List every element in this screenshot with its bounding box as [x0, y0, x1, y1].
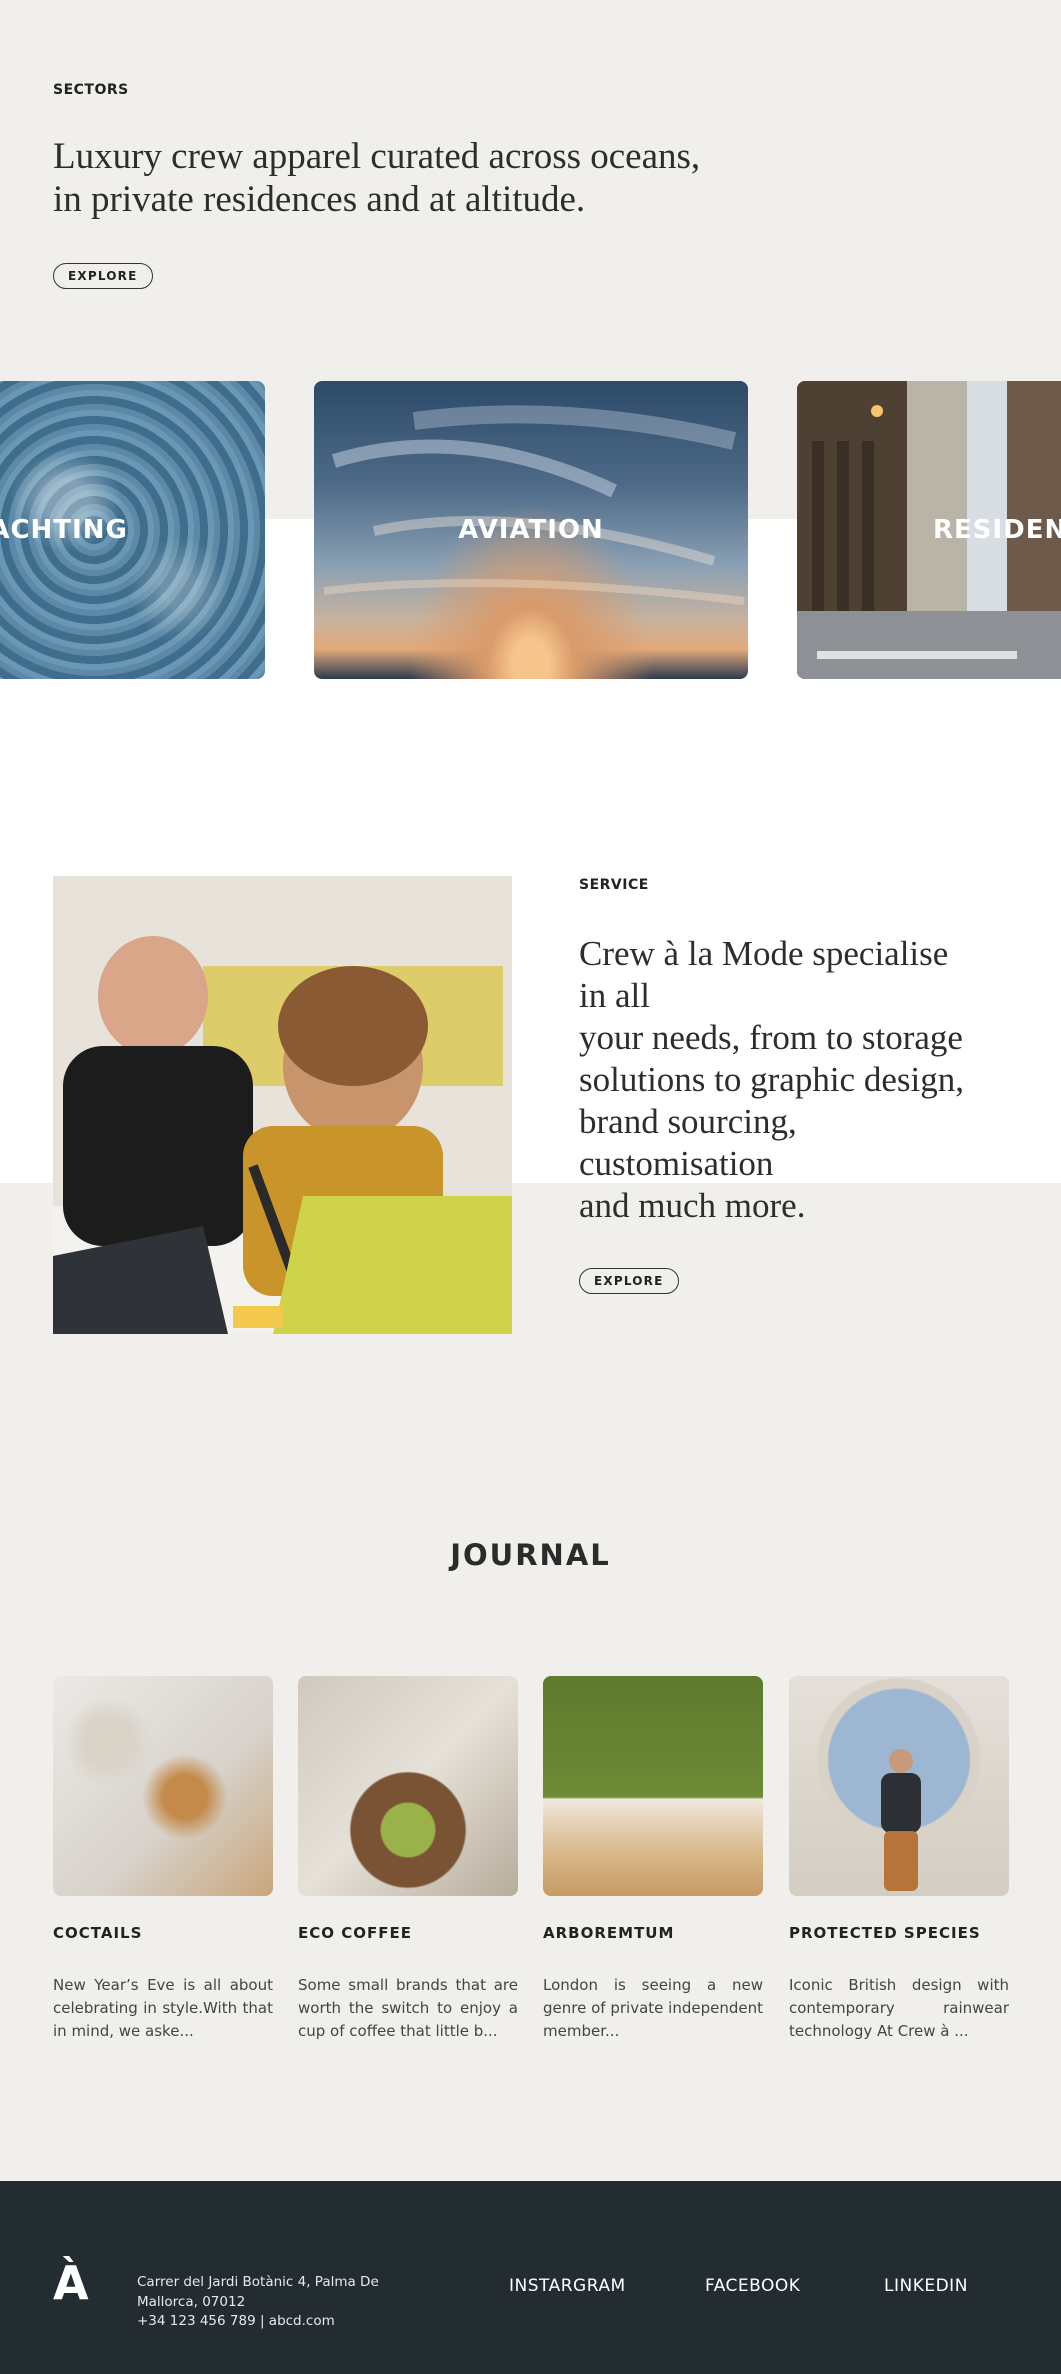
journal-title: JOURNAL [450, 1538, 611, 1572]
journal-card-excerpt: Iconic British design with contemporary … [789, 1976, 1009, 2040]
journal-image-cocktails[interactable] [53, 1676, 273, 1896]
footer-address-line2: Mallorca, 07012 [137, 2293, 246, 2310]
sector-card-aviation[interactable]: AVIATION [314, 381, 748, 679]
sectors-headline-line2: in private residences and at altitude. [53, 179, 586, 220]
journal-image-protected-species[interactable] [789, 1676, 1009, 1896]
person-figure [881, 1749, 921, 1891]
journal-card[interactable]: ECO COFFEE Some small brands that are wo… [298, 1676, 518, 2043]
footer-contact: +34 123 456 789 | abcd.com [137, 2313, 335, 2329]
journal-card-title[interactable]: ECO COFFEE [298, 1924, 518, 1942]
journal-image-arboremtum[interactable] [543, 1676, 763, 1896]
journal-card[interactable]: PROTECTED SPECIES Iconic British design … [789, 1676, 1009, 2043]
service-text: Crew à la Mode specialise in all your ne… [579, 933, 1019, 1227]
footer-logo[interactable]: À [53, 2256, 89, 2310]
sector-card-title: AVIATION [458, 515, 604, 545]
sectors-eyebrow: SECTORS [53, 82, 129, 98]
footer-link-instagram[interactable]: INSTARGRAM [509, 2276, 626, 2296]
journal-card-title[interactable]: ARBOREMTUM [543, 1924, 763, 1942]
sectors-headline-line1: Luxury crew apparel curated across ocean… [53, 136, 701, 177]
sector-card-yachting[interactable]: YACHTING [0, 381, 265, 679]
service-photo [53, 876, 512, 1334]
journal-card-excerpt: London is seeing a new genre of private … [543, 1976, 763, 2040]
footer-link-linkedin[interactable]: LINKEDIN [884, 2276, 968, 2296]
footer-address-line1: Carrer del Jardi Botànic 4, Palma De [137, 2274, 379, 2290]
sector-card-title: RESIDENCES [933, 515, 1061, 545]
journal-card-excerpt: Some small brands that are worth the swi… [298, 1976, 518, 2040]
service-photo-illustration [53, 876, 512, 1334]
footer: À Carrer del Jardi Botànic 4, Palma De M… [0, 2181, 1061, 2374]
service-line: and much more. [579, 1186, 806, 1225]
sector-card-residences[interactable]: RESIDENCES [797, 381, 1061, 679]
service-explore-button[interactable]: EXPLORE [579, 1268, 679, 1294]
service-line: brand sourcing, [579, 1102, 797, 1141]
service-line: solutions to graphic design, [579, 1060, 964, 1099]
service-line: your needs, from to storage [579, 1018, 963, 1057]
sectors-explore-button[interactable]: EXPLORE [53, 263, 153, 289]
journal-card-title[interactable]: PROTECTED SPECIES [789, 1924, 1009, 1942]
journal-card[interactable]: ARBOREMTUM London is seeing a new genre … [543, 1676, 763, 2043]
journal-card-title[interactable]: COCTAILS [53, 1924, 273, 1942]
journal-card[interactable]: COCTAILS New Year’s Eve is all about cel… [53, 1676, 273, 2043]
journal-image-eco-coffee[interactable] [298, 1676, 518, 1896]
service-eyebrow: SERVICE [579, 877, 649, 893]
journal-card-excerpt: New Year’s Eve is all about celebrating … [53, 1976, 273, 2040]
service-line: customisation [579, 1144, 774, 1183]
sectors-headline: Luxury crew apparel curated across ocean… [53, 135, 813, 221]
footer-address: Carrer del Jardi Botànic 4, Palma De Mal… [137, 2273, 379, 2332]
service-line: in all [579, 976, 650, 1015]
service-line: Crew à la Mode specialise [579, 934, 949, 973]
footer-link-facebook[interactable]: FACEBOOK [705, 2276, 800, 2296]
sector-card-title: YACHTING [0, 515, 128, 545]
